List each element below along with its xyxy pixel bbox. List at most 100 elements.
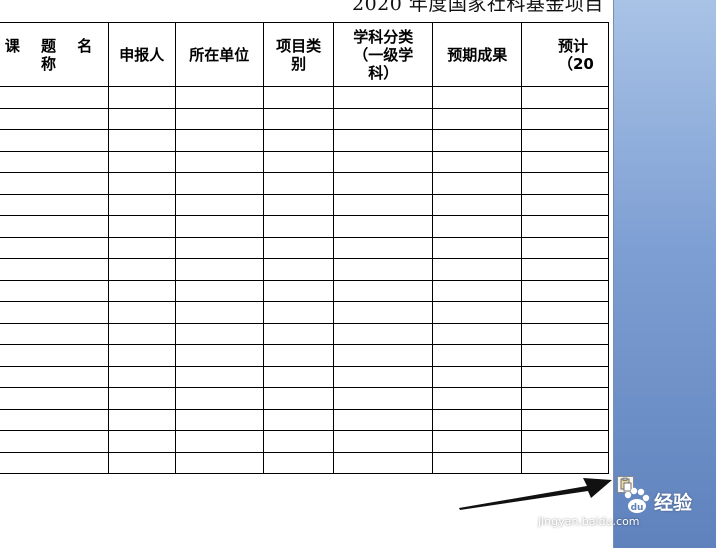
table-cell[interactable] — [263, 279, 335, 302]
table-cell[interactable] — [432, 150, 522, 173]
table-cell[interactable] — [108, 365, 176, 388]
table-cell[interactable] — [263, 322, 335, 345]
table-cell[interactable] — [520, 86, 610, 109]
table-cell[interactable] — [263, 215, 335, 238]
table-cell[interactable] — [0, 193, 110, 216]
table-cell[interactable] — [108, 193, 176, 216]
table-cell[interactable] — [432, 344, 522, 367]
table-cell[interactable] — [174, 408, 265, 431]
table-cell[interactable] — [432, 172, 522, 195]
table-cell[interactable] — [0, 215, 110, 238]
table-cell[interactable] — [108, 107, 176, 130]
table-cell[interactable] — [333, 408, 434, 431]
table-cell[interactable] — [333, 301, 434, 324]
table-cell[interactable] — [520, 236, 610, 259]
table-cell[interactable] — [520, 258, 610, 281]
table-cell[interactable] — [174, 86, 265, 109]
table-cell[interactable] — [432, 451, 522, 474]
table-cell[interactable] — [174, 279, 265, 302]
table-cell[interactable] — [333, 86, 434, 109]
table-cell[interactable] — [263, 150, 335, 173]
table-cell[interactable] — [174, 258, 265, 281]
table-cell[interactable] — [432, 193, 522, 216]
header-discipline[interactable]: 学科分类（一级学科） — [333, 22, 434, 87]
table-cell[interactable] — [333, 258, 434, 281]
table-cell[interactable] — [108, 86, 176, 109]
table-cell[interactable] — [108, 451, 176, 474]
table-cell[interactable] — [520, 365, 610, 388]
table-cell[interactable] — [263, 129, 335, 152]
table-cell[interactable] — [263, 86, 335, 109]
table-cell[interactable] — [520, 344, 610, 367]
table-cell[interactable] — [432, 387, 522, 410]
table-cell[interactable] — [520, 150, 610, 173]
table-cell[interactable] — [520, 322, 610, 345]
table-cell[interactable] — [520, 430, 610, 453]
table-cell[interactable] — [0, 150, 110, 173]
table-cell[interactable] — [263, 408, 335, 431]
table-cell[interactable] — [0, 236, 110, 259]
table-cell[interactable] — [174, 451, 265, 474]
table-cell[interactable] — [520, 279, 610, 302]
table-cell[interactable] — [174, 301, 265, 324]
table-cell[interactable] — [520, 387, 610, 410]
table-cell[interactable] — [0, 365, 110, 388]
table-cell[interactable] — [0, 344, 110, 367]
table-cell[interactable] — [263, 236, 335, 259]
table-cell[interactable] — [432, 301, 522, 324]
table-cell[interactable] — [0, 387, 110, 410]
table-cell[interactable] — [432, 129, 522, 152]
table-cell[interactable] — [174, 344, 265, 367]
table-cell[interactable] — [520, 172, 610, 195]
table-cell[interactable] — [0, 129, 110, 152]
table-cell[interactable] — [174, 150, 265, 173]
table-cell[interactable] — [333, 430, 434, 453]
table-cell[interactable] — [333, 150, 434, 173]
table-cell[interactable] — [108, 150, 176, 173]
table-cell[interactable] — [263, 107, 335, 130]
table-cell[interactable] — [333, 322, 434, 345]
table-cell[interactable] — [0, 322, 110, 345]
table-cell[interactable] — [263, 172, 335, 195]
table-cell[interactable] — [108, 129, 176, 152]
table-cell[interactable] — [108, 344, 176, 367]
table-cell[interactable] — [108, 279, 176, 302]
table-cell[interactable] — [333, 236, 434, 259]
table-cell[interactable] — [520, 408, 610, 431]
table-cell[interactable] — [108, 408, 176, 431]
table-cell[interactable] — [174, 129, 265, 152]
table-cell[interactable] — [432, 236, 522, 259]
table-cell[interactable] — [333, 365, 434, 388]
table-cell[interactable] — [174, 387, 265, 410]
table-cell[interactable] — [432, 322, 522, 345]
table-cell[interactable] — [520, 451, 610, 474]
table-cell[interactable] — [520, 107, 610, 130]
table-cell[interactable] — [263, 301, 335, 324]
table-cell[interactable] — [0, 430, 110, 453]
table-cell[interactable] — [108, 215, 176, 238]
table-cell[interactable] — [263, 387, 335, 410]
table-cell[interactable] — [333, 387, 434, 410]
header-unit[interactable]: 所在单位 — [174, 22, 265, 87]
table-cell[interactable] — [520, 193, 610, 216]
table-cell[interactable] — [174, 172, 265, 195]
header-expected[interactable]: 预期成果 — [432, 22, 522, 87]
table-cell[interactable] — [0, 451, 110, 474]
table-cell[interactable] — [0, 258, 110, 281]
table-cell[interactable] — [174, 236, 265, 259]
table-cell[interactable] — [174, 215, 265, 238]
table-cell[interactable] — [520, 215, 610, 238]
table-cell[interactable] — [263, 344, 335, 367]
table-cell[interactable] — [263, 365, 335, 388]
table-cell[interactable] — [0, 301, 110, 324]
table-cell[interactable] — [263, 258, 335, 281]
table-cell[interactable] — [0, 107, 110, 130]
table-cell[interactable] — [174, 322, 265, 345]
table-cell[interactable] — [108, 236, 176, 259]
table-cell[interactable] — [108, 387, 176, 410]
header-deadline[interactable]: 预计（20 — [520, 22, 610, 87]
header-topic[interactable]: 课 题 名 称 — [0, 22, 110, 87]
table-cell[interactable] — [520, 129, 610, 152]
table-cell[interactable] — [108, 322, 176, 345]
table-cell[interactable] — [432, 365, 522, 388]
